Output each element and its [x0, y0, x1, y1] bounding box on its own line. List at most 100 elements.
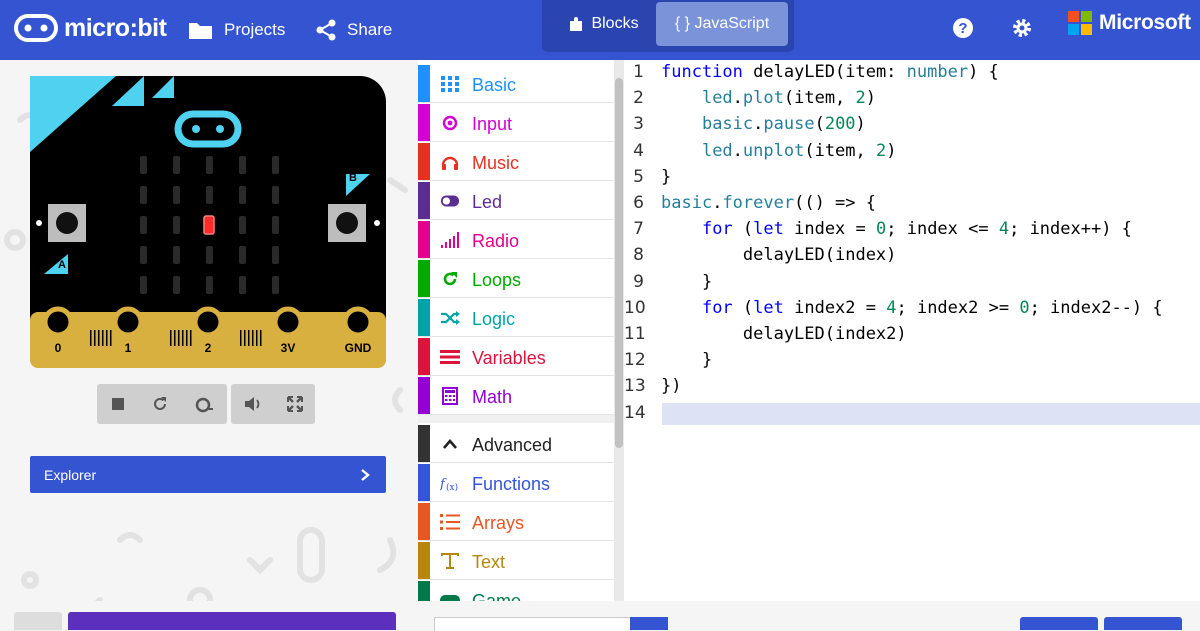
code-line[interactable]: } [661, 350, 712, 370]
toolbox-item-music[interactable]: Music [418, 143, 614, 181]
undo-button[interactable] [1020, 617, 1098, 630]
category-color-stripe [418, 503, 430, 540]
headphones-icon [440, 152, 460, 172]
toolbox-item-functions[interactable]: f (x) Functions [418, 464, 614, 502]
category-color-stripe [418, 542, 430, 579]
toggle-sim-button[interactable] [14, 612, 62, 630]
pin-hole[interactable] [192, 306, 224, 338]
toolbox-item-text[interactable]: Text [418, 542, 614, 580]
led [140, 246, 147, 264]
toolbox-item-label: Arrays [472, 513, 525, 533]
toolbox-item-basic[interactable]: Basic [418, 65, 614, 103]
explorer-label: Explorer [44, 466, 97, 483]
code-line[interactable]: } [661, 272, 712, 292]
led [140, 186, 147, 204]
editor-toggle: Blocks { } JavaScript [542, 0, 794, 52]
code-line[interactable]: basic.forever(() => { [661, 193, 876, 213]
download-button[interactable] [68, 612, 396, 630]
toolbox-item-math[interactable]: Math [418, 377, 614, 415]
microbit-board-graphic [30, 76, 386, 368]
line-number: 6 [633, 193, 644, 213]
pin-hole[interactable] [272, 306, 304, 338]
toolbox-separator [418, 415, 614, 423]
code-line[interactable]: led.plot(item, 2) [661, 88, 876, 108]
grid-icon [440, 74, 460, 94]
simulator-controls-2 [231, 384, 315, 424]
microsoft-logo[interactable]: Microsoft [1068, 11, 1191, 35]
slow-mo-icon[interactable] [194, 395, 214, 413]
pin-hole[interactable] [342, 306, 374, 338]
toolbox-item-label: Led [472, 192, 503, 212]
button-a-label: A [58, 259, 66, 271]
line-number: 9 [633, 271, 644, 292]
category-color-stripe [418, 338, 430, 375]
projects-button[interactable]: Projects [188, 14, 285, 46]
toolbox-item-arrays[interactable]: Arrays [418, 503, 614, 541]
lines-icon [440, 347, 460, 367]
list-icon [440, 512, 460, 532]
settings-button[interactable] [1008, 14, 1036, 42]
code-line[interactable]: delayLED(index) [661, 245, 897, 265]
led [272, 246, 279, 264]
microbit-board[interactable]: 0 1 2 3V GND A B [30, 76, 386, 368]
explorer-button[interactable]: Explorer [30, 456, 386, 493]
toolbox-item-game[interactable]: Game [418, 581, 614, 601]
pin-hole[interactable] [112, 306, 144, 338]
line-number: 3 [633, 114, 644, 135]
led [206, 246, 213, 264]
led [173, 156, 180, 174]
category-color-stripe [418, 581, 430, 601]
javascript-tab[interactable]: { } JavaScript [656, 2, 788, 46]
code-line[interactable]: } [661, 167, 671, 187]
calculator-icon [440, 386, 460, 406]
current-line-highlight [662, 403, 1200, 425]
line-number: 7 [633, 219, 644, 240]
toolbox-item-led[interactable]: Led [418, 182, 614, 220]
help-button[interactable]: ? [949, 14, 977, 42]
mute-icon[interactable] [244, 396, 262, 412]
logo-text: micro:bit [64, 13, 167, 42]
toolbox: Basic Input Music Led Radio Loops Logic Variabl… [418, 60, 614, 601]
toolbox-item-input[interactable]: Input [418, 104, 614, 142]
top-menu-bar: micro:bit Projects Share Blocks { } Java… [0, 0, 1200, 60]
pin-label: 2 [204, 341, 212, 355]
redo-button[interactable] [1104, 617, 1182, 630]
toolbox-item-loops[interactable]: Loops [418, 260, 614, 298]
toolbox-item-label: Text [472, 552, 506, 572]
led [140, 216, 147, 234]
code-line[interactable]: for (let index2 = 4; index2 >= 0; index2… [661, 298, 1163, 318]
project-name-input[interactable] [434, 617, 632, 631]
restart-icon[interactable] [151, 395, 169, 413]
code-line[interactable]: }) [661, 376, 681, 396]
code-line[interactable]: for (let index = 0; index <= 4; index++)… [661, 219, 1132, 239]
led [206, 156, 213, 174]
toolbox-item-advanced[interactable]: Advanced [418, 425, 614, 463]
microbit-logo-icon [14, 14, 58, 42]
shuffle-icon [440, 308, 460, 328]
code-editor[interactable]: 1 2 3 4 5 6 7 8 9 10 11 12 13 14 function delayLED(it… [624, 60, 1200, 601]
category-color-stripe [418, 299, 430, 336]
microbit-logo[interactable]: micro:bit [14, 10, 167, 46]
code-line[interactable]: function delayLED(item: number) { [661, 62, 999, 82]
projects-label: Projects [224, 20, 286, 39]
code-line[interactable]: led.unplot(item, 2) [661, 141, 897, 161]
stop-icon[interactable] [110, 396, 126, 412]
target-icon [440, 113, 460, 133]
share-button[interactable]: Share [315, 14, 392, 46]
fullscreen-icon[interactable] [286, 396, 303, 412]
toolbox-item-variables[interactable]: Variables [418, 338, 614, 376]
category-color-stripe [418, 464, 430, 501]
category-color-stripe [418, 143, 430, 180]
line-number: 12 [624, 350, 646, 371]
toolbox-scrollbar-thumb[interactable] [615, 78, 623, 448]
toolbox-item-logic[interactable]: Logic [418, 299, 614, 337]
code-line[interactable]: basic.pause(200) [661, 114, 866, 134]
toolbox-item-radio[interactable]: Radio [418, 221, 614, 259]
pin-hole[interactable] [42, 306, 74, 338]
save-button[interactable] [630, 617, 668, 630]
code-line[interactable]: delayLED(index2) [661, 324, 907, 344]
toolbox-item-label: Music [472, 153, 520, 173]
blocks-tab[interactable]: Blocks [554, 2, 654, 46]
pin-label: 3V [280, 341, 296, 355]
led [173, 246, 180, 264]
